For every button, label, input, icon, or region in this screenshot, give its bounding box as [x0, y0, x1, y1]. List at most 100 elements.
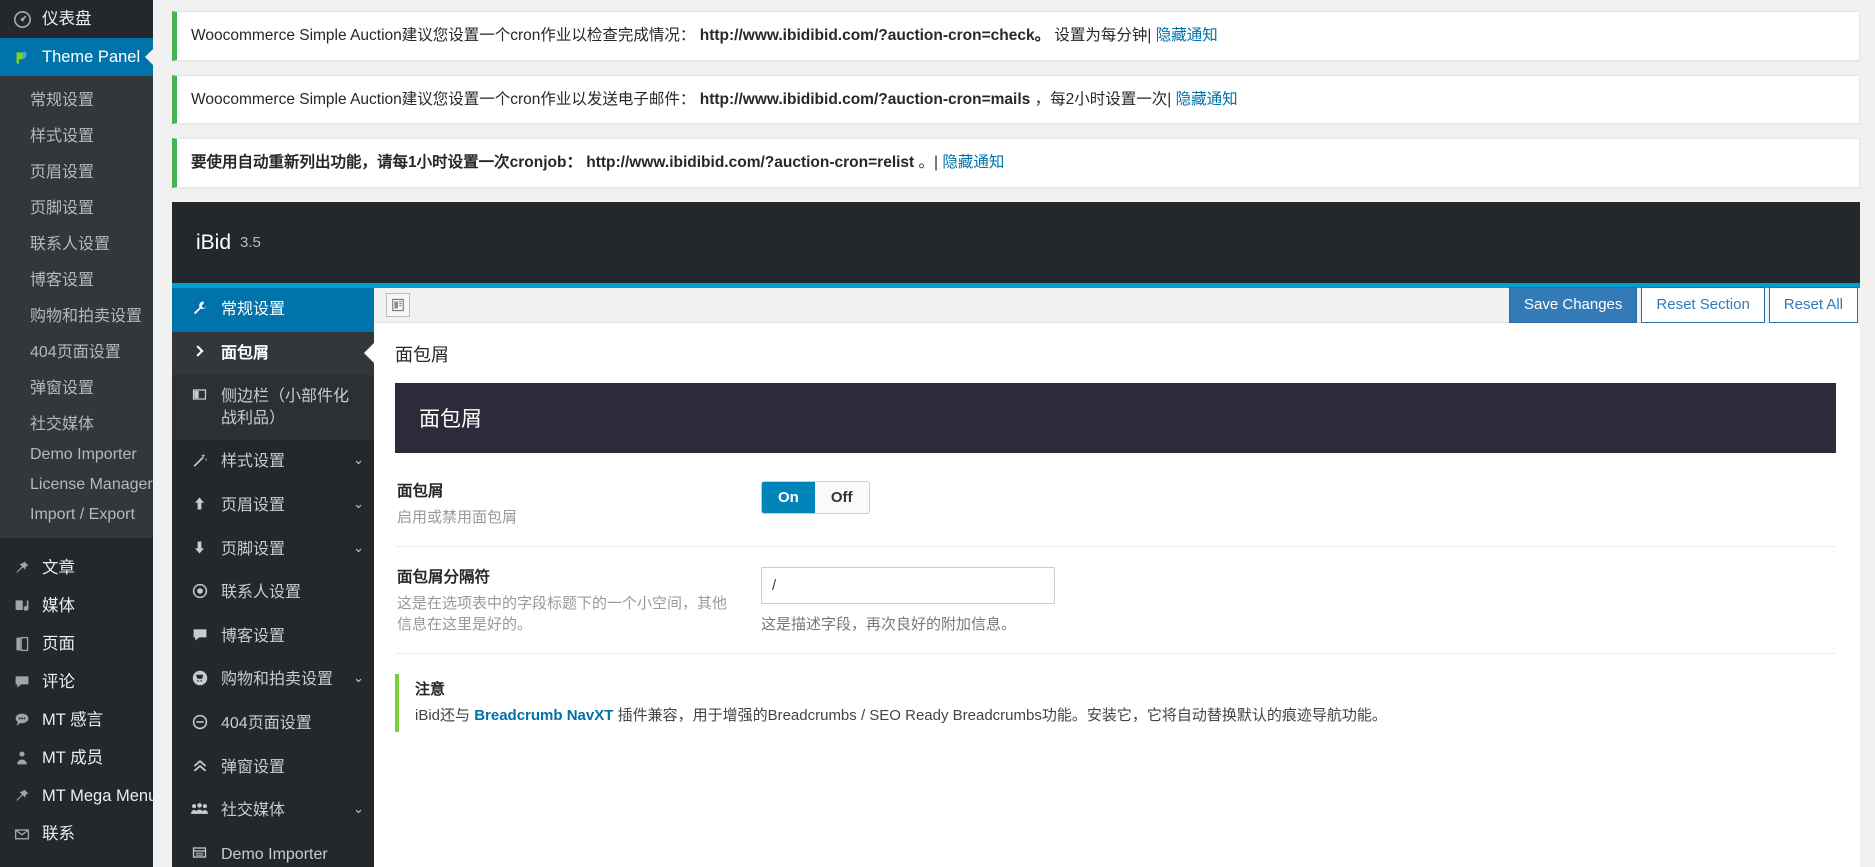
submenu-item-5[interactable]: 博客设置 — [0, 260, 153, 296]
redux-panel-header: iBid 3.5 — [172, 202, 1860, 289]
panel-title: iBid — [196, 230, 232, 254]
notice-url: http://www.ibidibid.com/?auction-cron=ma… — [699, 90, 1031, 108]
sidebar-item-mt-members[interactable]: MT 成员 — [0, 739, 153, 777]
hide-notice-link[interactable]: 隐藏通知 — [1176, 91, 1238, 108]
notice-url: http://www.ibidibid.com/?auction-cron=ch… — [699, 27, 1051, 44]
sidebar-divider — [0, 538, 153, 549]
chevron-down-icon: ⌄ — [353, 496, 364, 512]
toggle-on-option[interactable]: On — [762, 482, 815, 514]
submenu-item-12[interactable]: Import / Export — [0, 500, 153, 530]
redux-nav-label: 博客设置 — [221, 627, 286, 645]
field-title: 面包屑分隔符 — [397, 569, 491, 587]
expand-panel-icon[interactable] — [386, 293, 410, 318]
theme-panel-submenu: 常规设置 样式设置 页眉设置 页脚设置 联系人设置 博客设置 购物和拍卖设置 4… — [0, 76, 153, 538]
media-icon — [11, 595, 33, 617]
megamenu-icon — [11, 785, 33, 807]
notice-text: Woocommerce Simple Auction建议您设置一个cron作业以… — [191, 27, 696, 44]
sidebar-item-label: 文章 — [42, 558, 75, 577]
breadcrumb-navxt-link[interactable]: Breadcrumb NavXT — [474, 707, 613, 724]
notice-cron-check: Woocommerce Simple Auction建议您设置一个cron作业以… — [172, 11, 1860, 61]
sidebar-item-dashboard[interactable]: 仪表盘 — [0, 0, 153, 38]
notice-text-after: ，每2小时设置一次| — [1034, 90, 1172, 108]
field-row-breadcrumb-separator: 面包屑分隔符 这是在选项表中的字段标题下的一个小空间，其他信息在这里是好的。 这… — [395, 547, 1836, 655]
sidebar-item-pages[interactable]: 页面 — [0, 625, 153, 663]
sidebar-item-mt-mega-menu[interactable]: MT Mega Menu — [0, 777, 153, 815]
submenu-item-3[interactable]: 页脚设置 — [0, 188, 153, 224]
sidebar-item-theme-panel[interactable]: Theme Panel — [0, 38, 153, 76]
toggle-off-option[interactable]: Off — [814, 482, 869, 514]
redux-nav-label: 常规设置 — [221, 301, 286, 319]
submenu-item-10[interactable]: Demo Importer — [0, 440, 153, 470]
redux-panel-body: 常规设置 面包屑 侧边栏（小部件化战利品） 样式设置 ⌄ 页眉设置 ⌄ 页脚设置… — [172, 288, 1860, 867]
submenu-item-8[interactable]: 弹窗设置 — [0, 368, 153, 404]
field-label-group: 面包屑分隔符 这是在选项表中的字段标题下的一个小空间，其他信息在这里是好的。 — [397, 565, 761, 635]
redux-nav-label: 页眉设置 — [221, 497, 286, 515]
field-subtitle: 这是在选项表中的字段标题下的一个小空间，其他信息在这里是好的。 — [397, 595, 728, 634]
notice-text: 要使用自动重新列出功能，请每1小时设置一次cronjob： — [191, 154, 582, 172]
mail-icon — [11, 823, 33, 845]
submenu-item-9[interactable]: 社交媒体 — [0, 404, 153, 440]
redux-nav-social[interactable]: 社交媒体 ⌄ — [172, 789, 374, 833]
sidebar-item-label: 联系 — [42, 824, 75, 843]
notice-cron-relist: 要使用自动重新列出功能，请每1小时设置一次cronjob： http://www… — [172, 138, 1860, 189]
theme-panel-icon — [11, 46, 33, 68]
hide-notice-link[interactable]: 隐藏通知 — [942, 154, 1004, 171]
member-icon — [11, 747, 33, 769]
sidebar-item-label: 媒体 — [42, 596, 75, 615]
section-info-banner: 面包屑 — [395, 383, 1836, 454]
redux-nav-shop-auction[interactable]: 购物和拍卖设置 ⌄ — [172, 658, 374, 702]
reset-all-button[interactable]: Reset All — [1768, 287, 1858, 323]
pin-icon — [11, 557, 33, 579]
redux-fields: 面包屑 面包屑 面包屑 启用或禁用面包屑 On Off 面包屑分隔符 这是在选项… — [374, 323, 1860, 762]
sidebar-item-comments[interactable]: 评论 — [0, 663, 153, 701]
redux-nav-blog[interactable]: 博客设置 — [172, 615, 374, 659]
submenu-item-7[interactable]: 404页面设置 — [0, 332, 153, 368]
submenu-item-11[interactable]: License Manager — [0, 470, 153, 500]
redux-nav-label: 弹窗设置 — [221, 758, 286, 776]
redux-nav-header[interactable]: 页眉设置 ⌄ — [172, 484, 374, 528]
reset-section-button[interactable]: Reset Section — [1641, 287, 1765, 323]
sidebar-item-posts[interactable]: 文章 — [0, 549, 153, 587]
redux-nav-404[interactable]: 404页面设置 — [172, 702, 374, 746]
info-note-box: 注意 iBid还与 Breadcrumb NavXT 插件兼容，用于增强的Bre… — [395, 674, 1836, 732]
sidebar-item-mt-testimonials[interactable]: MT 感言 — [0, 701, 153, 739]
field-control-group: 这是描述字段，再次良好的附加信息。 — [761, 565, 1834, 634]
submenu-item-1[interactable]: 样式设置 — [0, 116, 153, 152]
sidebar-icon — [190, 387, 209, 402]
redux-nav-label: Demo Importer — [221, 845, 328, 863]
redux-nav-sidebar-widgets[interactable]: 侧边栏（小部件化战利品） — [172, 375, 374, 441]
redux-nav-popup[interactable]: 弹窗设置 — [172, 746, 374, 790]
redux-nav-label: 面包屑 — [221, 344, 270, 362]
wrench-icon — [190, 300, 209, 316]
redux-nav-general[interactable]: 常规设置 — [172, 288, 374, 332]
submenu-item-4[interactable]: 联系人设置 — [0, 224, 153, 260]
note-text-after: 插件兼容，用于增强的Breadcrumbs / SEO Ready Breadc… — [613, 707, 1387, 725]
submenu-item-0[interactable]: 常规设置 — [0, 80, 153, 116]
wand-icon — [190, 452, 209, 468]
chevron-down-icon: ⌄ — [353, 539, 364, 555]
admin-content-area: Woocommerce Simple Auction建议您设置一个cron作业以… — [153, 0, 1875, 867]
redux-nav-label: 样式设置 — [221, 453, 286, 471]
redux-nav-breadcrumbs[interactable]: 面包屑 — [172, 331, 374, 376]
redux-nav-styling[interactable]: 样式设置 ⌄ — [172, 440, 374, 484]
submenu-item-6[interactable]: 购物和拍卖设置 — [0, 296, 153, 332]
chevron-right-icon — [190, 344, 209, 358]
comment-icon — [11, 671, 33, 693]
hide-notice-link[interactable]: 隐藏通知 — [1156, 27, 1218, 44]
redux-nav-demo-importer[interactable]: Demo Importer — [172, 833, 374, 867]
arrow-up-icon — [190, 496, 209, 511]
sidebar-item-label: Theme Panel — [42, 47, 141, 66]
sidebar-item-label: 仪表盘 — [42, 9, 92, 28]
breadcrumb-separator-input[interactable] — [761, 567, 1055, 605]
save-button[interactable]: Save Changes — [1509, 287, 1638, 323]
redux-nav-label: 页脚设置 — [221, 540, 286, 558]
redux-main-pane: 面包屑 面包屑 面包屑 启用或禁用面包屑 On Off 面包屑分隔符 这是在选项… — [374, 288, 1860, 867]
submenu-item-2[interactable]: 页眉设置 — [0, 152, 153, 188]
redux-nav-contact[interactable]: 联系人设置 — [172, 571, 374, 615]
notice-url: http://www.ibidibid.com/?auction-cron=re… — [586, 154, 915, 172]
sidebar-item-contact[interactable]: 联系 — [0, 815, 153, 853]
redux-nav-footer[interactable]: 页脚设置 ⌄ — [172, 528, 374, 572]
breadcrumb-toggle[interactable]: On Off — [761, 481, 870, 515]
comment-icon — [190, 627, 209, 643]
sidebar-item-media[interactable]: 媒体 — [0, 587, 153, 625]
